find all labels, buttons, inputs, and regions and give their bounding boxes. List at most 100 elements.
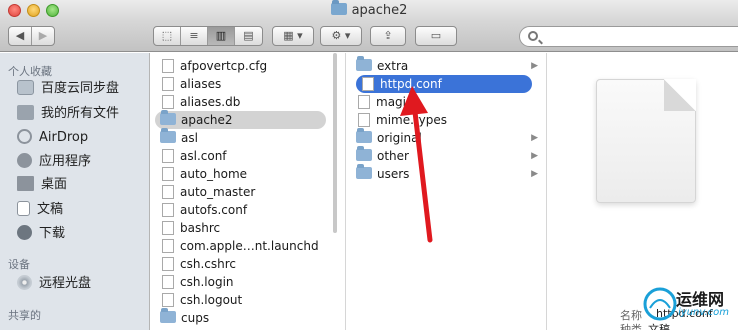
list-item[interactable]: other ▶: [347, 146, 546, 165]
sidebar-item-applications[interactable]: 应用程序: [17, 151, 91, 173]
list-item-label: bashrc: [180, 221, 221, 235]
file-icon: [162, 167, 174, 181]
list-item[interactable]: auto_master: [151, 183, 345, 201]
documents-icon: [17, 201, 30, 216]
folder-icon: [330, 0, 347, 15]
list-item[interactable]: bashrc: [151, 219, 345, 237]
page-fold-icon: [664, 79, 696, 111]
folder-icon: [17, 80, 34, 95]
list-item-selected[interactable]: httpd.conf: [356, 75, 532, 93]
list-item[interactable]: magic: [347, 93, 546, 111]
folder-icon: [356, 128, 372, 143]
list-item-label: asl.conf: [180, 149, 227, 163]
list-item-label: aliases: [180, 77, 222, 91]
list-item[interactable]: csh.cshrc: [151, 255, 345, 273]
list-item[interactable]: autofs.conf: [151, 201, 345, 219]
list-item-label: apache2: [181, 113, 233, 127]
list-item-label: mime.types: [376, 113, 447, 127]
airdrop-icon: [17, 129, 32, 144]
list-item[interactable]: users ▶: [347, 164, 546, 183]
download-icon: [17, 225, 32, 240]
file-icon: [162, 257, 174, 271]
action-gear-button[interactable]: ⚙ ▾: [320, 26, 362, 46]
share-button[interactable]: ⇪: [370, 26, 406, 46]
file-icon: [162, 59, 174, 73]
list-item-label: original: [377, 131, 422, 145]
list-view-button[interactable]: ≡: [181, 27, 208, 45]
file-icon: [162, 149, 174, 163]
list-item-label: auto_master: [180, 185, 256, 199]
sidebar-item-documents[interactable]: 文稿: [17, 199, 63, 221]
list-item-label: autofs.conf: [180, 203, 248, 217]
list-item[interactable]: aliases.db: [151, 93, 345, 111]
all-files-icon: [17, 105, 34, 120]
sidebar-item-label: 远程光盘: [39, 276, 92, 291]
applications-icon: [17, 153, 32, 168]
sidebar-item-downloads[interactable]: 下载: [17, 223, 65, 245]
sidebar-item-label: 桌面: [41, 177, 68, 192]
list-item[interactable]: extra ▶: [347, 56, 546, 75]
folder-icon: [160, 110, 176, 125]
coverflow-view-button[interactable]: ▤: [235, 27, 262, 45]
sidebar-item-airdrop[interactable]: AirDrop: [17, 127, 88, 149]
sidebar: 个人收藏 百度云同步盘 我的所有文件 AirDrop 应用程序 桌面 文稿 下载…: [0, 53, 150, 330]
tags-button[interactable]: ▭: [415, 26, 457, 46]
list-item[interactable]: csh.login: [151, 273, 345, 291]
column-view-button[interactable]: ▥: [208, 27, 235, 45]
back-forward-buttons[interactable]: ◀ ▶: [8, 26, 55, 46]
list-item-label: other: [377, 149, 409, 163]
file-icon: [162, 275, 174, 289]
folder-icon: [160, 128, 176, 143]
list-item[interactable]: asl: [151, 128, 345, 147]
folder-icon: [160, 308, 176, 323]
sidebar-header-favorites: 个人收藏: [8, 65, 52, 78]
list-item[interactable]: mime.types: [347, 111, 546, 129]
back-button[interactable]: ◀: [9, 27, 32, 45]
sidebar-item-remote-disc[interactable]: 远程光盘: [17, 273, 91, 295]
list-item-label: csh.logout: [180, 293, 243, 307]
watermark-subtext: iyunv.com: [678, 307, 730, 318]
alias-file-icon: [162, 77, 174, 91]
disclosure-arrow-icon: ▶: [531, 133, 538, 143]
list-item-label: com.apple…nt.launchd: [180, 239, 319, 253]
list-item-label: extra: [377, 59, 409, 73]
list-item-label: httpd.conf: [380, 77, 442, 91]
window-title-area: apache2: [0, 0, 738, 18]
watermark: 运维网 iyunv.com: [640, 282, 738, 330]
folder-icon: [356, 164, 372, 179]
vertical-scrollbar[interactable]: [333, 53, 337, 233]
list-item[interactable]: aliases: [151, 75, 345, 93]
sidebar-item-label: AirDrop: [39, 130, 89, 145]
forward-button[interactable]: ▶: [32, 27, 54, 45]
sidebar-item-desktop[interactable]: 桌面: [17, 174, 67, 196]
sidebar-item-all-files[interactable]: 我的所有文件: [17, 103, 119, 125]
list-item[interactable]: original ▶: [347, 128, 546, 147]
list-item-label: auto_home: [180, 167, 248, 181]
view-mode-buttons[interactable]: ⬚ ≡ ▥ ▤: [153, 26, 263, 46]
list-item[interactable]: afpovertcp.cfg: [151, 57, 345, 75]
toolbar: ◀ ▶ ⬚ ≡ ▥ ▤ ▦ ▾ ⚙ ▾ ⇪ ▭: [0, 22, 738, 52]
sidebar-item-baidu-sync[interactable]: 百度云同步盘: [17, 78, 119, 100]
list-item-selected[interactable]: apache2: [155, 110, 326, 129]
column-etc: afpovertcp.cfg aliases aliases.db apache…: [151, 53, 346, 330]
info-kind-label: 种类: [620, 323, 642, 330]
list-item-label: csh.login: [180, 275, 234, 289]
folder-icon: [356, 56, 372, 71]
list-item-label: asl: [181, 131, 198, 145]
list-item[interactable]: cups: [151, 308, 345, 327]
search-input[interactable]: [519, 26, 738, 47]
disclosure-arrow-icon: ▶: [531, 61, 538, 71]
file-icon: [162, 203, 174, 217]
document-preview-icon: [596, 79, 696, 203]
list-item[interactable]: com.apple…nt.launchd: [151, 237, 345, 255]
file-icon: [358, 113, 370, 127]
icon-view-button[interactable]: ⬚: [154, 27, 181, 45]
file-icon: [162, 239, 174, 253]
file-icon: [162, 221, 174, 235]
list-item-label: afpovertcp.cfg: [180, 59, 268, 73]
list-item[interactable]: auto_home: [151, 165, 345, 183]
arrange-button[interactable]: ▦ ▾: [272, 26, 314, 46]
list-item[interactable]: csh.logout: [151, 291, 345, 309]
disclosure-arrow-icon: ▶: [531, 169, 538, 179]
list-item[interactable]: asl.conf: [151, 147, 345, 165]
